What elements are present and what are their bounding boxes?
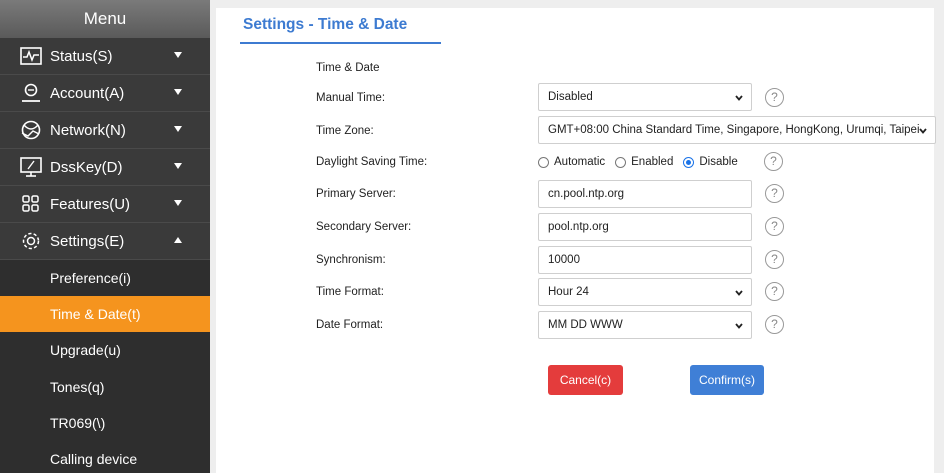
chevron-down-icon (735, 323, 743, 329)
chevron-up-icon (174, 237, 182, 243)
sidebar-item-network[interactable]: Network(N) (0, 112, 210, 149)
chevron-down-icon (174, 89, 182, 95)
menu-header: Menu (0, 0, 210, 38)
time-zone-label: Time Zone: (316, 125, 374, 137)
help-icon[interactable]: ? (765, 88, 784, 107)
dst-option-disable[interactable]: Disable (683, 156, 738, 168)
date-format-select[interactable]: MM DD WWW (538, 311, 752, 339)
title-underline (240, 42, 441, 44)
dst-option-enabled[interactable]: Enabled (615, 156, 673, 168)
radio-checked-icon (683, 156, 695, 168)
chevron-down-icon (174, 52, 182, 58)
time-zone-select[interactable]: GMT+08:00 China Standard Time, Singapore… (538, 116, 936, 144)
sidebar-item-label: Network(N) (50, 121, 126, 139)
sidebar-subitem-tones[interactable]: Tones(q) (0, 368, 210, 405)
chevron-down-icon (919, 128, 927, 134)
chevron-down-icon (174, 200, 182, 206)
sidebar-item-label: Features(U) (50, 195, 131, 213)
account-icon (18, 82, 44, 104)
dst-radio-group: Automatic Enabled Disable (538, 152, 748, 172)
synchronism-label: Synchronism: (316, 254, 386, 266)
page-title: Settings - Time & Date (243, 16, 408, 33)
cancel-button[interactable]: Cancel(c) (548, 365, 623, 395)
sidebar-item-label: Settings(E) (50, 232, 125, 250)
sidebar-item-status[interactable]: Status(S) (0, 38, 210, 75)
settings-icon (18, 230, 44, 252)
time-format-select[interactable]: Hour 24 (538, 278, 752, 306)
help-icon[interactable]: ? (765, 282, 784, 301)
dsskey-icon (18, 156, 44, 178)
primary-server-label: Primary Server: (316, 188, 396, 200)
sidebar-subitem-upgrade[interactable]: Upgrade(u) (0, 332, 210, 369)
manual-time-value: Disabled (548, 91, 593, 103)
time-format-value: Hour 24 (548, 286, 589, 298)
synchronism-input[interactable]: 10000 (538, 246, 752, 274)
status-icon (18, 45, 44, 67)
confirm-button[interactable]: Confirm(s) (690, 365, 764, 395)
sidebar-subitem-calling-device[interactable]: Calling device (0, 440, 210, 473)
features-icon (18, 193, 44, 215)
dst-label: Daylight Saving Time: (316, 156, 428, 168)
secondary-server-label: Secondary Server: (316, 221, 412, 233)
dst-option-automatic[interactable]: Automatic (538, 156, 605, 168)
radio-icon (615, 156, 627, 168)
secondary-server-input[interactable]: pool.ntp.org (538, 213, 752, 241)
sidebar-item-label: Status(S) (50, 47, 113, 65)
primary-server-input[interactable]: cn.pool.ntp.org (538, 180, 752, 208)
radio-icon (538, 156, 549, 168)
section-title: Time & Date (316, 62, 380, 74)
sidebar-item-label: Account(A) (50, 84, 125, 102)
chevron-down-icon (735, 290, 743, 296)
help-icon[interactable]: ? (764, 152, 783, 171)
sidebar-subitem-time-date[interactable]: Time & Date(t) (0, 296, 210, 333)
sidebar: Menu Status(S) Account(A) Network(N) Dss… (0, 0, 210, 473)
chevron-down-icon (174, 126, 182, 132)
date-format-label: Date Format: (316, 319, 384, 331)
sidebar-subitem-tr069[interactable]: TR069(\) (0, 404, 210, 441)
main-content: Settings - Time & Date Time & Date Manua… (210, 0, 944, 473)
sidebar-item-label: DssKey(D) (50, 158, 123, 176)
help-icon[interactable]: ? (765, 217, 784, 236)
manual-time-select[interactable]: Disabled (538, 83, 752, 111)
network-icon (18, 119, 44, 141)
sidebar-item-dsskey[interactable]: DssKey(D) (0, 149, 210, 186)
help-icon[interactable]: ? (765, 250, 784, 269)
time-zone-value: GMT+08:00 China Standard Time, Singapore… (548, 124, 920, 136)
date-format-value: MM DD WWW (548, 319, 623, 331)
sidebar-item-features[interactable]: Features(U) (0, 186, 210, 223)
help-icon[interactable]: ? (765, 184, 784, 203)
sidebar-subitem-preference[interactable]: Preference(i) (0, 260, 210, 297)
help-icon[interactable]: ? (765, 315, 784, 334)
dst-option-label: Disable (699, 156, 738, 168)
time-format-label: Time Format: (316, 286, 384, 298)
sidebar-item-settings[interactable]: Settings(E) (0, 223, 210, 260)
chevron-down-icon (174, 163, 182, 169)
chevron-down-icon (735, 95, 743, 101)
dst-option-label: Automatic (554, 156, 606, 168)
sidebar-item-account[interactable]: Account(A) (0, 75, 210, 112)
settings-panel: Settings - Time & Date Time & Date Manua… (216, 8, 936, 473)
manual-time-label: Manual Time: (316, 92, 386, 104)
dst-option-label: Enabled (631, 156, 674, 168)
